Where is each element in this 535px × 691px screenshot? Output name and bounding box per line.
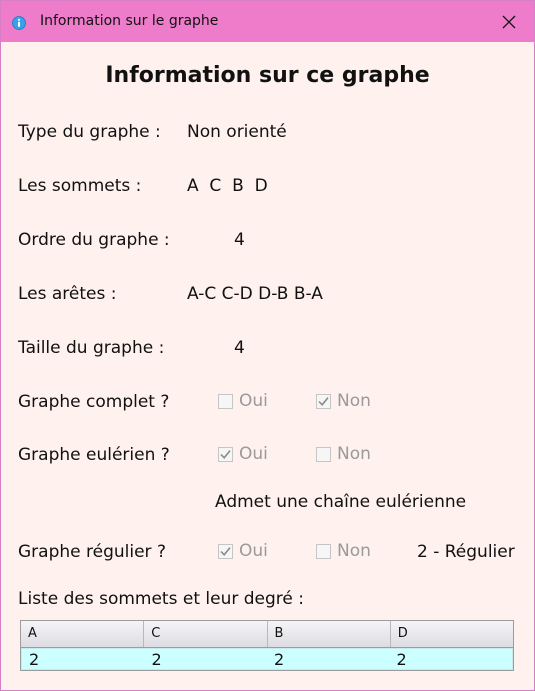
table-cell[interactable]: 2 <box>22 649 145 669</box>
complet-label: Graphe complet ? <box>18 392 170 412</box>
title-bar[interactable]: Information sur le graphe <box>1 1 534 42</box>
eulerien-oui-box <box>218 446 233 462</box>
complet-oui-box <box>218 393 233 409</box>
table-cell[interactable]: 2 <box>145 649 268 669</box>
checkmark-icon <box>220 449 231 459</box>
eulerien-label: Graphe eulérien ? <box>18 445 170 465</box>
regulier-oui-box <box>218 543 233 559</box>
sommets-label: Les sommets : <box>18 176 142 196</box>
eulerien-oui-checkbox[interactable]: Oui <box>218 444 268 464</box>
aretes-value: A-C C-D D-B B-A <box>187 284 323 304</box>
close-icon <box>502 15 516 28</box>
regulier-oui-checkbox[interactable]: Oui <box>218 541 268 561</box>
taille-value: 4 <box>234 338 245 358</box>
regulier-note: 2 - Régulier <box>417 542 515 562</box>
euler-note: Admet une chaîne eulérienne <box>215 492 467 512</box>
dialog-window: Information sur le graphe Information su… <box>0 0 535 691</box>
eulerien-non-box <box>316 446 331 462</box>
column-header[interactable]: B <box>268 621 391 647</box>
sommets-value: A C B D <box>187 176 268 196</box>
complet-non-box <box>316 393 331 409</box>
type-label: Type du graphe : <box>18 122 161 142</box>
table-cell[interactable]: 2 <box>267 649 390 669</box>
close-button[interactable] <box>489 1 529 42</box>
table-cell[interactable]: 2 <box>390 649 513 669</box>
page-title: Information sur ce graphe <box>105 63 430 88</box>
aretes-label: Les arêtes : <box>18 284 117 304</box>
regulier-non-box <box>316 543 331 559</box>
column-header[interactable]: D <box>391 621 513 647</box>
window-title: Information sur le graphe <box>40 13 219 29</box>
column-header[interactable]: A <box>21 621 145 647</box>
eulerien-non-label: Non <box>337 444 371 464</box>
eulerien-non-checkbox[interactable]: Non <box>316 444 371 464</box>
taille-label: Taille du graphe : <box>18 338 165 358</box>
regulier-oui-label: Oui <box>239 541 268 561</box>
degree-list-label: Liste des sommets et leur degré : <box>18 589 304 609</box>
regulier-label: Graphe régulier ? <box>18 542 166 562</box>
complet-non-checkbox[interactable]: Non <box>316 391 371 411</box>
type-value: Non orienté <box>187 122 287 142</box>
regulier-non-checkbox[interactable]: Non <box>316 541 371 561</box>
table-header: A C B D <box>21 621 513 648</box>
complet-oui-checkbox[interactable]: Oui <box>218 391 268 411</box>
complet-non-label: Non <box>337 391 371 411</box>
column-header[interactable]: C <box>144 621 268 647</box>
checkmark-icon <box>220 546 231 556</box>
complet-oui-label: Oui <box>239 391 268 411</box>
info-icon <box>12 15 26 30</box>
regulier-non-label: Non <box>337 541 371 561</box>
checkmark-icon <box>318 396 329 406</box>
ordre-value: 4 <box>234 230 245 250</box>
degree-table: A C B D 2 2 2 2 <box>20 620 514 671</box>
ordre-label: Ordre du graphe : <box>18 230 170 250</box>
table-row[interactable]: 2 2 2 2 <box>21 648 513 670</box>
eulerien-oui-label: Oui <box>239 444 268 464</box>
